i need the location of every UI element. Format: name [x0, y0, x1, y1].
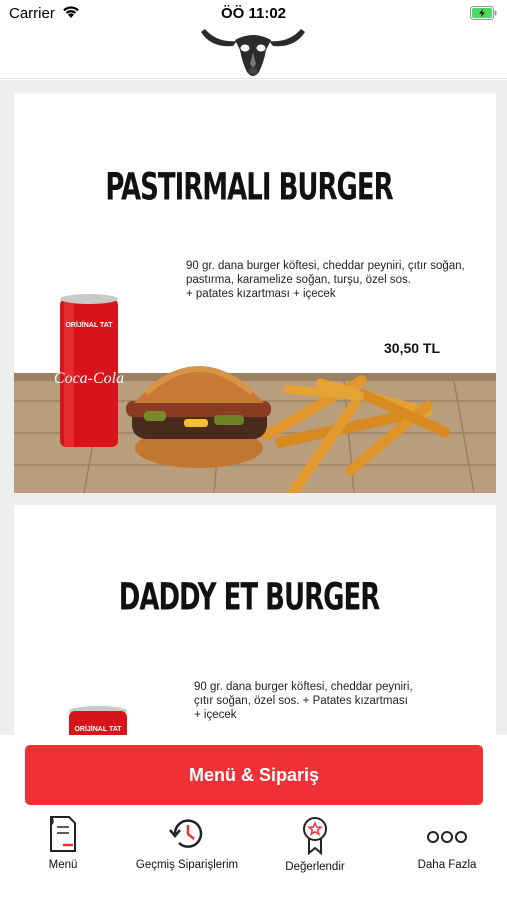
- description-line: pastırma, karamelize soğan, turşu, özel …: [186, 274, 411, 286]
- cola-can: ORİJİNAL TAT: [69, 706, 127, 735]
- tab-label: Daha Fazla: [417, 859, 477, 871]
- tab-rate[interactable]: Değerlendir: [252, 815, 378, 895]
- tab-label: Değerlendir: [285, 861, 345, 873]
- more-dots-icon: [427, 831, 467, 843]
- clock: ÖÖ 11:02: [220, 5, 287, 22]
- product-title: PASTIRMALI BURGER: [105, 166, 393, 210]
- product-feed[interactable]: PASTIRMALI BURGER 90 gr. dana burger köf…: [0, 80, 507, 735]
- product-photo: ORİJİNAL TAT: [69, 706, 127, 735]
- menu-book-icon: [50, 816, 76, 852]
- product-card[interactable]: PASTIRMALI BURGER 90 gr. dana burger köf…: [14, 93, 496, 493]
- can-brand: Coca-Cola: [54, 370, 124, 387]
- app-header: [0, 29, 507, 79]
- bull-skull-logo-icon: [199, 24, 307, 85]
- product-photo: ORİJİNAL TAT Coca-Cola: [14, 294, 496, 493]
- cta-area: Menü & Sipariş: [0, 735, 507, 807]
- battery-icon: [470, 6, 498, 25]
- description-line: 90 gr. dana burger köftesi, cheddar peyn…: [194, 681, 413, 693]
- cola-can: ORİJİNAL TAT Coca-Cola: [54, 294, 124, 447]
- menu-order-button[interactable]: Menü & Sipariş: [25, 745, 483, 805]
- product-card[interactable]: DADDY ET BURGER 90 gr. dana burger köfte…: [14, 505, 496, 735]
- can-label: ORİJİNAL TAT: [74, 725, 122, 733]
- tab-order-history[interactable]: Geçmiş Siparişlerim: [124, 815, 250, 895]
- tab-label: Geçmiş Siparişlerim: [135, 859, 239, 871]
- tab-more[interactable]: Daha Fazla: [384, 815, 507, 895]
- description-line: 90 gr. dana burger köftesi, cheddar peyn…: [186, 260, 465, 272]
- can-label: ORİJİNAL TAT: [65, 321, 113, 329]
- tab-menu[interactable]: Menü: [0, 815, 126, 895]
- history-icon: [169, 819, 203, 848]
- tab-label: Menü: [48, 859, 78, 871]
- award-badge-icon: [303, 817, 327, 855]
- product-title: DADDY ET BURGER: [118, 576, 380, 620]
- tab-bar: Menü Geçmiş Siparişlerim Değerlendir Dah…: [0, 807, 507, 900]
